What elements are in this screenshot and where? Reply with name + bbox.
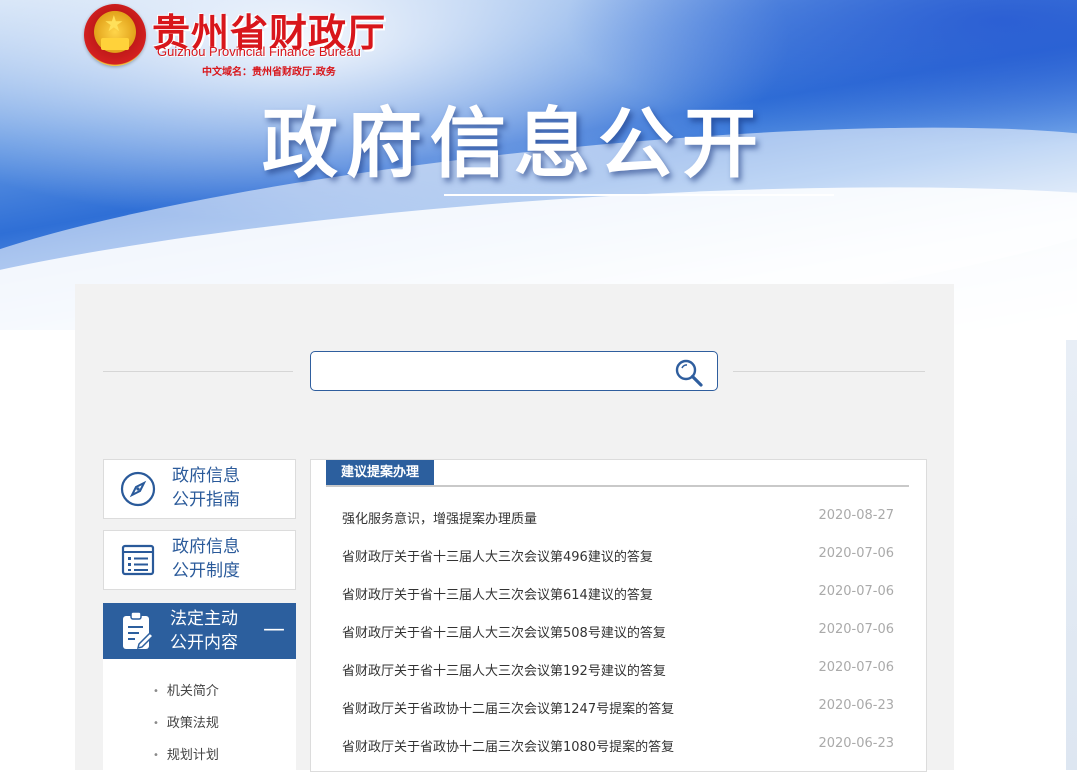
national-emblem-icon: ★ bbox=[84, 4, 146, 66]
sidebar-item-system[interactable]: 政府信息 公开制度 bbox=[103, 530, 296, 590]
search-bar bbox=[310, 351, 718, 391]
list-item[interactable]: 省财政厅关于省十三届人大三次会议第192号建议的答复 2020-07-06 bbox=[342, 660, 894, 680]
list-item-title[interactable]: 省财政厅关于省政协十二届三次会议第1080号提案的答复 bbox=[342, 736, 674, 755]
submenu-item[interactable]: 规划计划 bbox=[153, 744, 219, 763]
list-item[interactable]: 省财政厅关于省十三届人大三次会议第496建议的答复 2020-07-06 bbox=[342, 546, 894, 566]
list-item-title[interactable]: 省财政厅关于省十三届人大三次会议第192号建议的答复 bbox=[342, 660, 666, 679]
sidebar-item-label: 法定主动 bbox=[170, 609, 238, 629]
list-item-date: 2020-07-06 bbox=[818, 546, 894, 561]
main-panel: 政府信息 公开指南 政府信息 公开制度 法定主动 公开内容 — • 机关简介 •… bbox=[75, 284, 954, 772]
list-item-title[interactable]: 省财政厅关于省政协十二届三次会议第1247号提案的答复 bbox=[342, 698, 674, 717]
clipboard-edit-icon bbox=[123, 611, 155, 650]
search-icon bbox=[675, 359, 703, 387]
search-button[interactable] bbox=[671, 356, 707, 388]
divider bbox=[733, 371, 925, 372]
sidebar-item-guide[interactable]: 政府信息 公开指南 bbox=[103, 459, 296, 519]
compass-icon bbox=[120, 471, 156, 507]
submenu-item[interactable]: 机关简介 bbox=[153, 680, 219, 699]
tab-underline bbox=[326, 485, 909, 487]
list-item[interactable]: 省财政厅关于省十三届人大三次会议第614建议的答复 2020-07-06 bbox=[342, 584, 894, 604]
list-item-title[interactable]: 省财政厅关于省十三届人大三次会议第508号建议的答复 bbox=[342, 622, 666, 641]
sidebar-item-label: 政府信息 bbox=[172, 537, 240, 557]
list-item[interactable]: 省财政厅关于省十三届人大三次会议第508号建议的答复 2020-07-06 bbox=[342, 622, 894, 642]
sidebar-item-statutory-content[interactable]: 法定主动 公开内容 — bbox=[103, 603, 296, 659]
site-logo-subtitle: Guizhou Provincial Finance Bureau bbox=[157, 44, 361, 59]
list-item-date: 2020-06-23 bbox=[818, 698, 894, 713]
content-list-box: 建议提案办理 强化服务意识，增强提案办理质量 2020-08-27 省财政厅关于… bbox=[310, 459, 927, 772]
submenu-item[interactable]: 政策法规 bbox=[153, 712, 219, 731]
sidebar-item-label: 公开指南 bbox=[172, 490, 240, 510]
list-item[interactable]: 省财政厅关于省政协十二届三次会议第1080号提案的答复 2020-06-23 bbox=[342, 736, 894, 756]
side-decoration bbox=[1066, 340, 1077, 770]
sidebar-submenu: 机关简介 政策法规 规划计划 bbox=[103, 659, 296, 770]
sidebar-item-label: 公开制度 bbox=[172, 561, 240, 581]
list-item-date: 2020-08-27 bbox=[818, 508, 894, 523]
list-item-title[interactable]: 强化服务意识，增强提案办理质量 bbox=[342, 508, 537, 527]
list-item-title[interactable]: 省财政厅关于省十三届人大三次会议第614建议的答复 bbox=[342, 584, 653, 603]
page-title: 政府信息公开 bbox=[262, 99, 766, 188]
search-input[interactable] bbox=[319, 358, 663, 384]
list-item-title[interactable]: 省财政厅关于省十三届人大三次会议第496建议的答复 bbox=[342, 546, 653, 565]
list-item-date: 2020-06-23 bbox=[818, 736, 894, 751]
site-domain-text: 中文域名：贵州省财政厅.政务 bbox=[202, 67, 336, 78]
list-item-date: 2020-07-06 bbox=[818, 584, 894, 599]
sidebar-item-label: 政府信息 bbox=[172, 466, 240, 486]
list-document-icon bbox=[121, 544, 155, 576]
collapse-toggle-icon[interactable]: — bbox=[263, 619, 285, 641]
list-item-date: 2020-07-06 bbox=[818, 622, 894, 637]
divider bbox=[103, 371, 293, 372]
tab-proposals[interactable]: 建议提案办理 bbox=[326, 460, 435, 485]
list-item-date: 2020-07-06 bbox=[818, 660, 894, 675]
header-banner: ★ 贵州省财政厅 Guizhou Provincial Finance Bure… bbox=[0, 0, 1077, 453]
sidebar-item-label: 公开内容 bbox=[170, 633, 238, 653]
title-underline bbox=[444, 194, 834, 196]
list-item[interactable]: 强化服务意识，增强提案办理质量 2020-08-27 bbox=[342, 508, 894, 528]
list-item[interactable]: 省财政厅关于省政协十二届三次会议第1247号提案的答复 2020-06-23 bbox=[342, 698, 894, 718]
